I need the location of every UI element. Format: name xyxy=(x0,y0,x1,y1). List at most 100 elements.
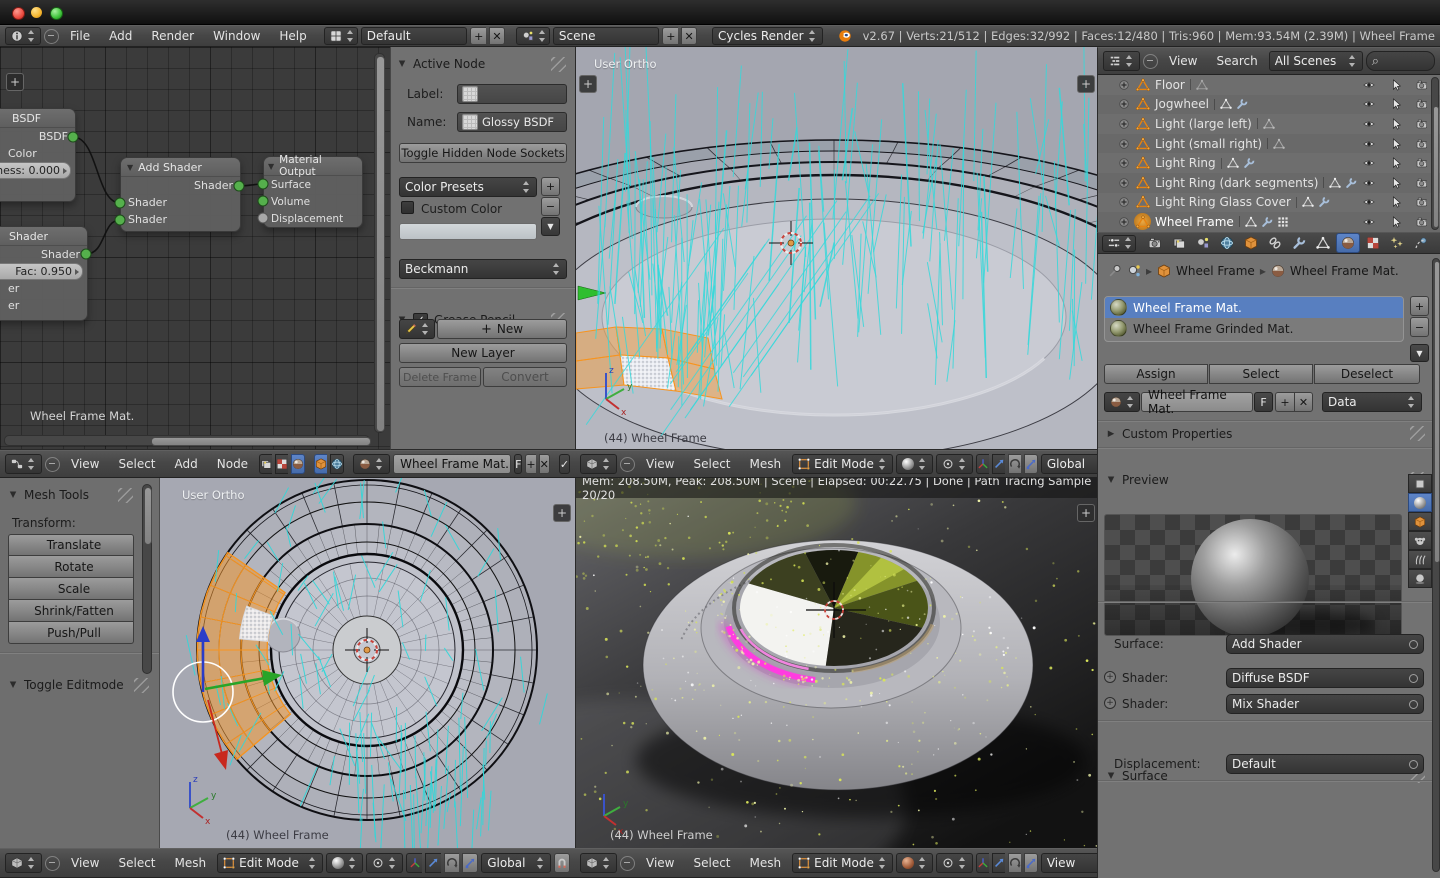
menu-view[interactable]: View xyxy=(63,856,107,870)
menu-mesh[interactable]: Mesh xyxy=(167,856,215,870)
editor-type-select[interactable] xyxy=(5,853,42,873)
scene-browse-button[interactable] xyxy=(516,27,550,45)
add-slot-button[interactable]: + xyxy=(1410,296,1429,316)
viewport-3d-rendered[interactable]: yx Mem: 208.50M, Peak: 208.50M | Scene |… xyxy=(575,478,1097,848)
menu-add[interactable]: Add xyxy=(167,457,206,471)
render-engine-select[interactable]: Cycles Render xyxy=(712,27,823,45)
menu-add[interactable]: Add xyxy=(101,29,140,43)
visibility-eye-icon[interactable] xyxy=(1363,138,1375,150)
expand-icon[interactable] xyxy=(1118,196,1130,208)
shader-nodes-tab[interactable] xyxy=(291,454,305,474)
outliner-scrollbar[interactable] xyxy=(1431,77,1439,230)
expand-icon[interactable] xyxy=(1118,157,1130,169)
outliner-row-wheel-frame[interactable]: Wheel Frame xyxy=(1098,212,1440,232)
toolshelf-scrollbar[interactable] xyxy=(142,484,152,674)
outliner-row-light-large-left[interactable]: Light (large left) xyxy=(1098,114,1440,134)
mode-select[interactable]: Edit Mode xyxy=(792,853,893,873)
tab-material[interactable] xyxy=(1336,233,1360,253)
expand-icon[interactable] xyxy=(1118,138,1130,150)
material-output-node[interactable]: ▼Material Output Surface Volume Displace… xyxy=(263,156,363,228)
expand-icon[interactable] xyxy=(1118,118,1130,130)
selectability-pointer-icon[interactable] xyxy=(1390,196,1402,208)
outliner-row-light-ring-glass-cover[interactable]: Light Ring Glass Cover xyxy=(1098,193,1440,213)
mode-select[interactable]: Edit Mode xyxy=(217,853,323,873)
panel-grip[interactable] xyxy=(551,57,566,72)
renderability-camera-icon[interactable] xyxy=(1416,216,1428,228)
selectability-pointer-icon[interactable] xyxy=(1390,118,1402,130)
shader2-select[interactable]: Mix Shader xyxy=(1226,694,1424,714)
menu-view[interactable]: View xyxy=(638,856,682,870)
toggle-hidden-sockets-button[interactable]: Toggle Hidden Node Sockets xyxy=(399,143,567,163)
fake-user-button[interactable]: F xyxy=(1254,392,1273,412)
bsdf-output-socket[interactable] xyxy=(68,132,79,143)
screen-layout-name-field[interactable]: Default xyxy=(361,27,468,45)
surface-shader-select[interactable]: Add Shader xyxy=(1226,634,1424,654)
toggle-editmode-panel-header[interactable]: ▼ Toggle Editmode xyxy=(8,676,152,694)
outliner-row-jogwheel[interactable]: Jogwheel xyxy=(1098,95,1440,115)
collapse-menus-icon[interactable] xyxy=(45,457,60,472)
use-pinned-checkbox[interactable]: ✓ xyxy=(559,454,570,474)
add-shader-input1-socket[interactable] xyxy=(115,198,126,209)
viewport-shading-select[interactable] xyxy=(896,454,933,474)
node-name-field[interactable]: Glossy BSDF xyxy=(457,112,567,132)
preview-cube-button[interactable] xyxy=(1408,512,1432,531)
outliner-row-light-ring[interactable]: Light Ring xyxy=(1098,153,1440,173)
draw-mode-select[interactable] xyxy=(399,319,435,339)
pivot-select[interactable] xyxy=(936,853,973,873)
tab-object-data[interactable] xyxy=(1312,234,1334,252)
shader-output-socket[interactable] xyxy=(81,249,92,260)
breadcrumb-material[interactable]: Wheel Frame Mat. xyxy=(1290,264,1399,278)
menu-window[interactable]: Window xyxy=(205,29,268,43)
renderability-camera-icon[interactable] xyxy=(1416,177,1428,189)
window-zoom-button[interactable] xyxy=(50,7,63,20)
properties-expand-button[interactable]: + xyxy=(553,504,571,522)
material-link-select[interactable]: Data xyxy=(1322,392,1422,412)
collapse-menus-icon[interactable] xyxy=(1143,54,1158,69)
menu-help[interactable]: Help xyxy=(271,29,314,43)
display-filter-select[interactable]: All Scenes xyxy=(1269,51,1363,71)
translate-manipulator-button[interactable] xyxy=(992,853,1005,873)
fac-slider[interactable]: Fac: 0.950 xyxy=(0,263,83,280)
surface-input-socket[interactable] xyxy=(258,179,269,190)
collapse-menus-icon[interactable] xyxy=(620,457,635,472)
preview-monkey-button[interactable] xyxy=(1408,531,1432,550)
unlink-material-button[interactable]: ✕ xyxy=(1294,392,1313,412)
scene-name-field[interactable]: Scene xyxy=(553,27,660,45)
editor-type-select[interactable] xyxy=(5,454,42,474)
expand-icon[interactable] xyxy=(1118,216,1130,228)
custom-color-swatch[interactable] xyxy=(399,223,537,240)
menu-search[interactable]: Search xyxy=(1208,54,1265,68)
custom-color-checkbox[interactable] xyxy=(401,201,414,214)
tab-render-layers[interactable] xyxy=(1168,234,1190,252)
renderability-camera-icon[interactable] xyxy=(1416,98,1428,110)
transform-orientation-select[interactable]: Global xyxy=(1041,454,1097,474)
transform-orientation-select[interactable]: View xyxy=(1041,853,1097,873)
panel-grip[interactable] xyxy=(134,678,149,693)
renderability-camera-icon[interactable] xyxy=(1416,138,1428,150)
outliner-row-floor[interactable]: Floor xyxy=(1098,75,1440,95)
mesh-tools-panel-header[interactable]: ▼ Mesh Tools xyxy=(8,486,136,504)
remove-preset-button[interactable]: − xyxy=(541,197,560,216)
menu-view[interactable]: View xyxy=(638,457,682,471)
rotate-manipulator-button[interactable] xyxy=(1008,853,1021,873)
viewport-3d-top[interactable]: zyx User Ortho (44) Wheel Frame + + xyxy=(575,47,1097,450)
material-browse-button[interactable] xyxy=(353,454,390,474)
delete-scene-button[interactable]: ✕ xyxy=(681,27,697,45)
scale-manipulator-button[interactable] xyxy=(1024,454,1038,474)
transform-orientation-select[interactable]: Global xyxy=(481,853,551,873)
menu-view[interactable]: View xyxy=(1161,54,1205,68)
convert-button[interactable]: Convert xyxy=(483,367,567,387)
menu-mesh[interactable]: Mesh xyxy=(742,457,790,471)
expand-icon[interactable] xyxy=(1118,177,1130,189)
shrink-fatten-button[interactable]: Shrink/Fatten xyxy=(8,600,134,622)
material-name-field[interactable]: Wheel Frame Mat. xyxy=(1141,392,1253,412)
preview-hair-button[interactable] xyxy=(1408,550,1432,569)
menu-file[interactable]: File xyxy=(62,29,98,43)
menu-mesh[interactable]: Mesh xyxy=(742,856,790,870)
assign-button[interactable]: Assign xyxy=(1104,364,1208,384)
visibility-eye-icon[interactable] xyxy=(1363,196,1375,208)
new-material-button[interactable]: + xyxy=(1275,392,1294,412)
shader1-select[interactable]: Diffuse BSDF xyxy=(1226,668,1424,688)
grease-pencil-new-button[interactable]: +New xyxy=(437,319,567,339)
preview-panel-header[interactable]: ▼ Preview xyxy=(1106,470,1428,490)
